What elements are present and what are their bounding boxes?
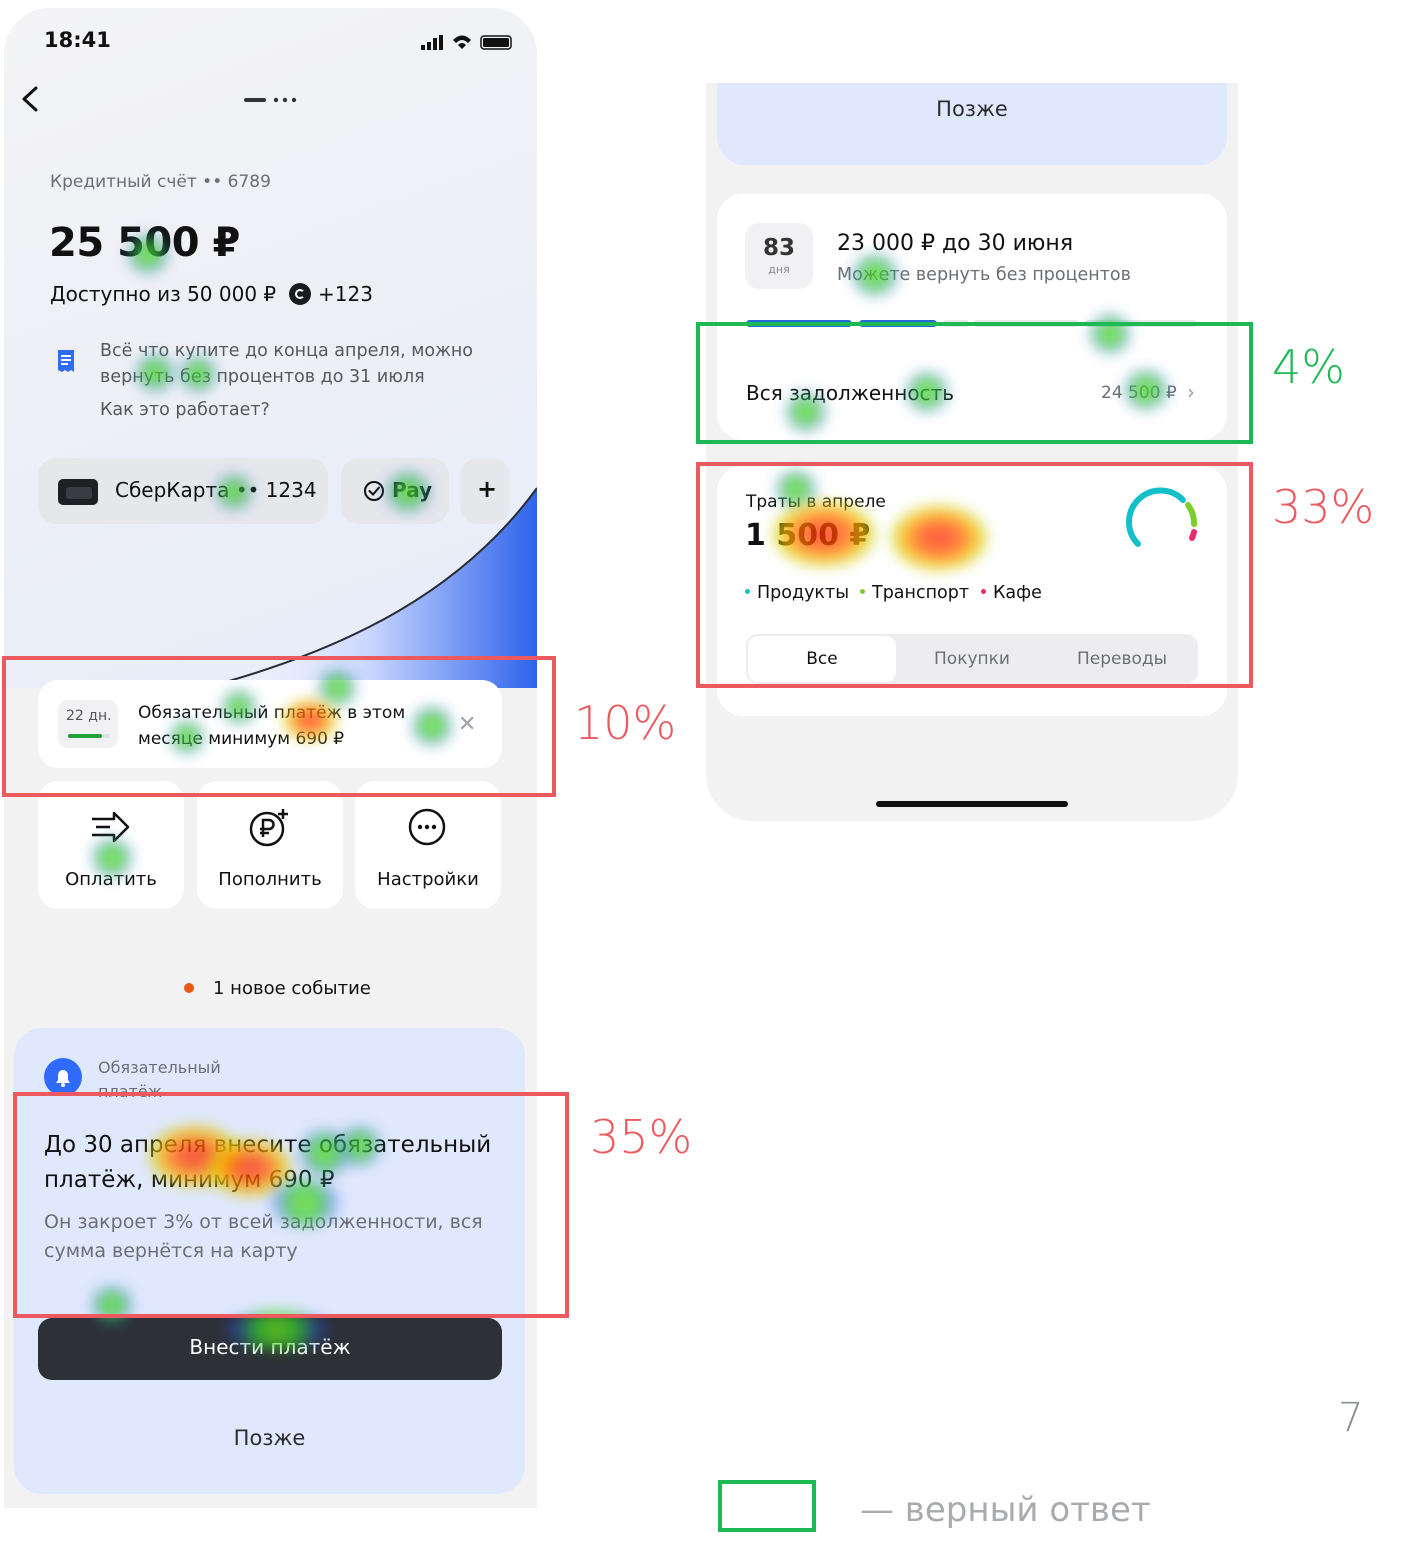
grace-days-number: 83 xyxy=(762,235,795,261)
grace-days-unit: дня xyxy=(768,263,790,276)
new-event-dot xyxy=(184,983,194,993)
topup-action-button[interactable]: Пополнить xyxy=(197,781,343,909)
grace-days-box: 83 дня xyxy=(745,223,813,289)
bonus-value: +123 xyxy=(318,282,373,306)
pay-chip[interactable]: Pay xyxy=(341,458,449,524)
later-label: Позже xyxy=(936,97,1008,121)
check-circle-icon xyxy=(364,481,384,501)
bonus-icon xyxy=(289,283,311,305)
new-event-text[interactable]: 1 новое событие xyxy=(213,978,371,999)
topup-action-label: Пополнить xyxy=(218,869,322,890)
card-thumbnail-icon xyxy=(58,479,98,505)
later-button[interactable]: Позже xyxy=(14,1426,525,1450)
pct-notice: 35% xyxy=(590,1110,693,1164)
later-card[interactable]: Позже xyxy=(717,83,1227,165)
more-dots-icon[interactable] xyxy=(244,96,304,104)
highlight-notice xyxy=(13,1092,569,1318)
page-number: 7 xyxy=(1338,1395,1364,1441)
pay-arrow-icon xyxy=(92,811,130,843)
topup-ruble-icon xyxy=(249,809,288,847)
status-icons xyxy=(421,35,512,50)
card-chip[interactable]: СберКарта •• 1234 xyxy=(38,458,328,524)
document-icon xyxy=(58,350,74,372)
pay-chip-label: Pay xyxy=(392,478,433,502)
pay-action-label: Оплатить xyxy=(65,869,157,890)
pct-mini-banner: 10% xyxy=(574,696,677,750)
make-payment-label: Внести платёж xyxy=(189,1335,351,1359)
available-limit: Доступно из 50 000 ₽ xyxy=(50,282,277,306)
card-chip-label: СберКарта •• 1234 xyxy=(115,478,317,502)
pay-action-button[interactable]: Оплатить xyxy=(38,781,184,909)
highlight-mini-banner xyxy=(2,656,556,797)
make-payment-button[interactable]: Внести платёж xyxy=(38,1318,502,1380)
correct-answer-legend-box xyxy=(718,1480,816,1532)
settings-action-button[interactable]: Настройки xyxy=(355,781,501,909)
right-phone-screen: Позже 83 дня 23 000 ₽ до 30 июня Можете … xyxy=(706,83,1238,821)
plus-icon: + xyxy=(477,475,498,503)
highlight-total-debt xyxy=(696,322,1253,444)
grace-subtitle: Можете вернуть без процентов xyxy=(837,265,1131,285)
highlight-spending xyxy=(696,462,1253,688)
home-indicator xyxy=(876,801,1068,807)
promo-text: Всё что купите до конца апреля, можно ве… xyxy=(100,341,474,387)
how-it-works-link[interactable]: Как это работает? xyxy=(100,400,270,420)
grace-title: 23 000 ₽ до 30 июня xyxy=(837,231,1074,256)
bell-icon xyxy=(44,1058,82,1096)
account-label: Кредитный счёт •• 6789 xyxy=(50,172,271,192)
correct-answer-caption: — верный ответ xyxy=(860,1490,1151,1530)
pct-spending: 33% xyxy=(1272,480,1375,534)
settings-action-label: Настройки xyxy=(377,869,479,890)
balance-amount: 25 500 ₽ xyxy=(49,220,240,266)
back-chevron-icon[interactable] xyxy=(16,84,44,114)
settings-dots-icon xyxy=(408,808,446,846)
status-time: 18:41 xyxy=(44,28,111,52)
pct-total-debt: 4% xyxy=(1272,340,1345,394)
add-chip-button[interactable]: + xyxy=(460,458,510,524)
